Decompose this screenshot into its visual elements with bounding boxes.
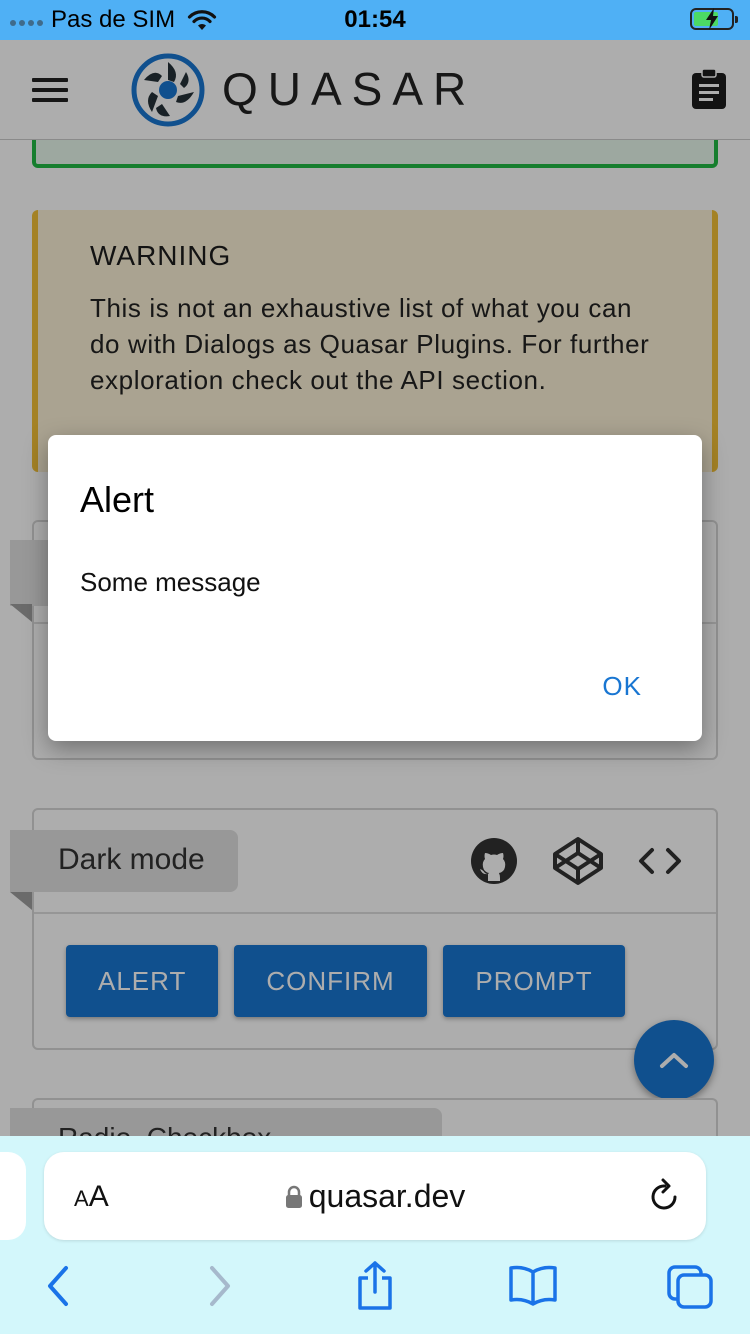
status-time: 01:54 (344, 6, 406, 33)
safari-bottom-bar: AA quasar.dev (0, 1136, 750, 1334)
safari-toolbar (0, 1261, 750, 1324)
reload-icon[interactable] (648, 1176, 682, 1214)
address-bar[interactable]: AA quasar.dev (44, 1152, 706, 1240)
battery-icon (690, 8, 738, 30)
status-bar: Pas de SIM 01:54 (0, 0, 750, 40)
back-icon[interactable] (44, 1264, 72, 1308)
alert-dialog: Alert Some message OK (48, 435, 702, 741)
forward-icon[interactable] (206, 1264, 234, 1308)
dialog-message: Some message (80, 567, 261, 597)
share-icon[interactable] (354, 1260, 396, 1312)
previous-tab-url-bar[interactable] (0, 1152, 26, 1240)
bookmarks-icon[interactable] (508, 1264, 558, 1306)
tabs-icon[interactable] (666, 1264, 714, 1310)
dialog-title: Alert (80, 479, 155, 520)
lock-icon (285, 1185, 302, 1208)
url-display[interactable]: quasar.dev (44, 1178, 706, 1215)
ok-button[interactable]: OK (578, 667, 666, 706)
url-text: quasar.dev (308, 1178, 466, 1214)
charging-bolt-icon (706, 8, 718, 30)
